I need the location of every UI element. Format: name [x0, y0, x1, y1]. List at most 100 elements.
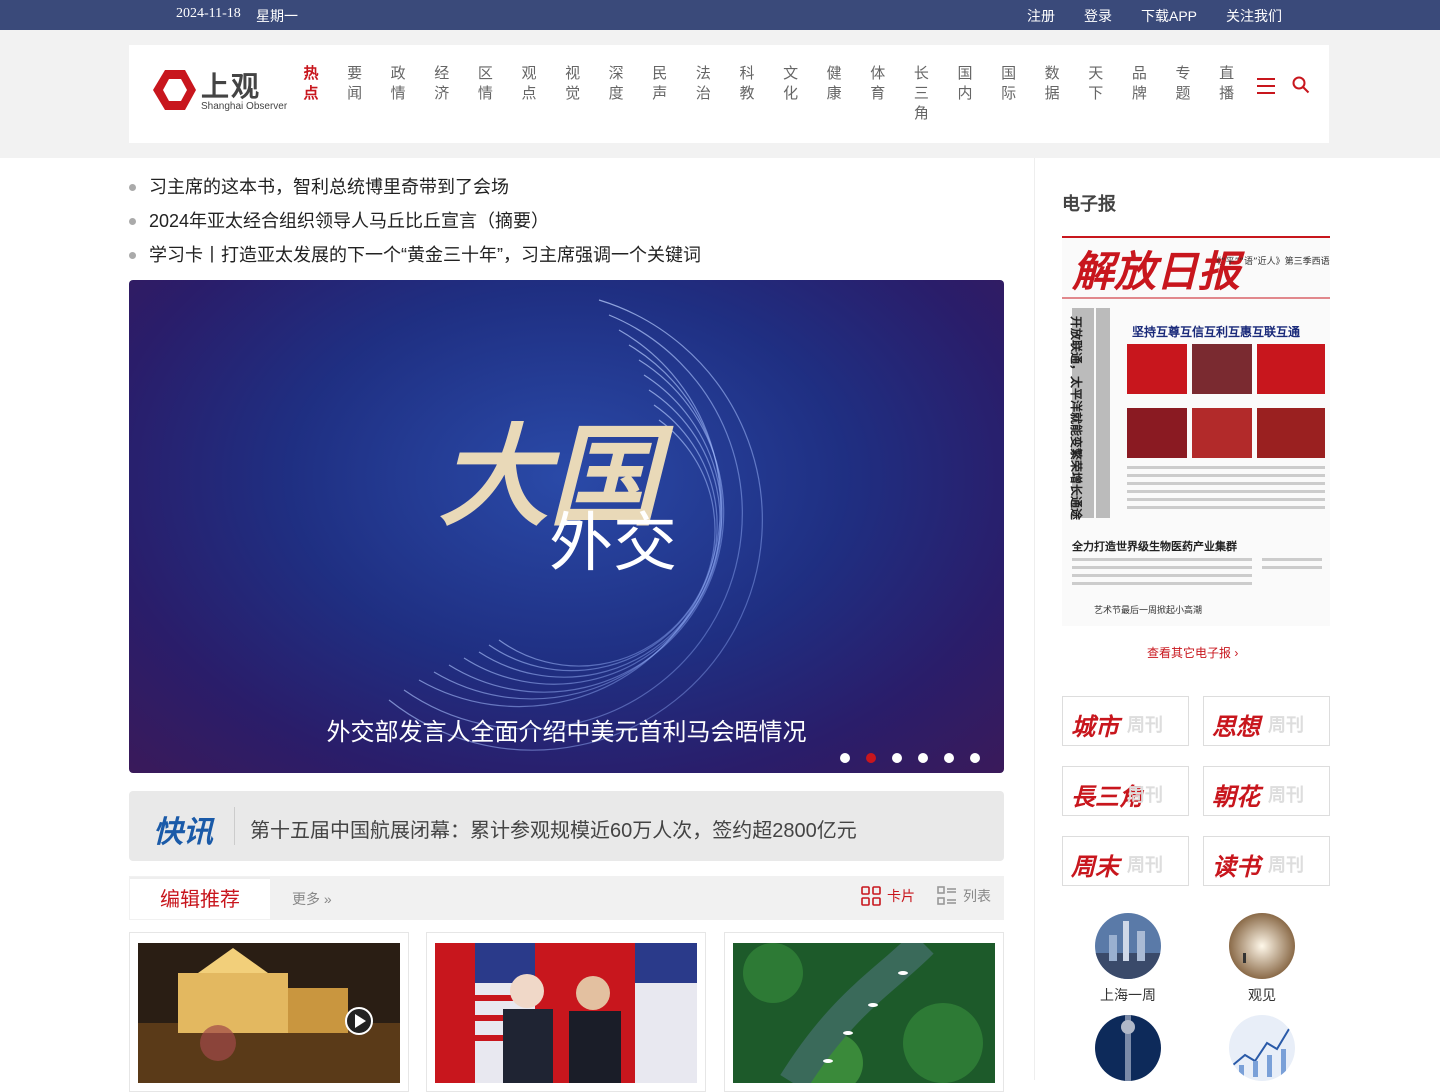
- chevron-right-icon: ›: [1234, 646, 1239, 660]
- nav-item-livelihood[interactable]: 民声: [650, 64, 670, 104]
- top-bar: 2024-11-18 星期一 注册 登录 下载APP 关注我们: [0, 0, 1440, 30]
- grid-icon: [861, 886, 881, 906]
- carousel-dot[interactable]: [840, 753, 850, 763]
- carousel-artwork: 大国 外交: [388, 299, 763, 751]
- header-wrap: 上观 Shanghai Observer 热点要闻政情经济区情观点视觉深度民声法…: [0, 30, 1440, 158]
- logo-subtext: Shanghai Observer: [201, 101, 288, 112]
- hero-carousel[interactable]: 大国 外交 外交部发言人全面介绍中美元首利马会晤情况: [129, 280, 1004, 773]
- nav-item-law[interactable]: 法治: [693, 64, 713, 104]
- register-link[interactable]: 注册: [1027, 6, 1055, 26]
- headline-list: 习主席的这本书，智利总统博里奇带到了会场 2024年亚太经合组织领导人马丘比丘宣…: [129, 174, 1004, 276]
- header: 上观 Shanghai Observer 热点要闻政情经济区情观点视觉深度民声法…: [129, 45, 1329, 143]
- epaper-title: 电子报: [1062, 194, 1116, 214]
- search-icon[interactable]: [1292, 76, 1310, 94]
- more-link[interactable]: 更多 »: [292, 889, 332, 909]
- headline-item[interactable]: 学习卡丨打造亚太发展的下一个“黄金三十年”，习主席强调一个关键词: [129, 242, 1004, 276]
- nav-item-opinion[interactable]: 观点: [519, 64, 539, 104]
- editor-picks-tab[interactable]: 编辑推荐: [130, 877, 270, 919]
- weekly-reading[interactable]: 读书 周刊: [1203, 836, 1330, 886]
- card-view-toggle[interactable]: 卡片: [861, 886, 915, 906]
- follow-us-link[interactable]: 关注我们: [1226, 6, 1282, 26]
- weekday-text: 星期一: [256, 8, 298, 24]
- weekly-name: 思想: [1212, 715, 1260, 741]
- weekly-suffix: 周刊: [1127, 715, 1163, 735]
- channel-finance[interactable]: [1229, 1015, 1295, 1081]
- weekly-suffix: 周刊: [1268, 855, 1304, 875]
- paper-lead-headline: 开放联通，太平洋就能变繁荣增长通途: [1069, 316, 1084, 521]
- nav-item-headlines[interactable]: 要闻: [345, 64, 365, 104]
- channel-guanjian[interactable]: 观见: [1229, 913, 1295, 1005]
- editor-picks-bar: 编辑推荐 更多 » 卡片 列表: [129, 876, 1004, 920]
- channel-image: [1229, 913, 1295, 979]
- carousel-dot[interactable]: [944, 753, 954, 763]
- login-link[interactable]: 登录: [1084, 6, 1112, 26]
- date-text: 2024-11-18: [176, 6, 241, 21]
- other-epaper-link[interactable]: 查看其它电子报 ›: [1147, 644, 1238, 661]
- nav-item-data[interactable]: 数据: [1042, 64, 1062, 104]
- nav-item-sports[interactable]: 体育: [868, 64, 888, 104]
- list-view-toggle[interactable]: 列表: [937, 886, 991, 906]
- top-links: 注册 登录 下载APP 关注我们: [1027, 6, 1282, 26]
- channel-label: 观见: [1248, 987, 1276, 1003]
- menu-icon[interactable]: [1257, 78, 1275, 94]
- double-chevron-right-icon: »: [323, 891, 332, 907]
- flash-text[interactable]: 第十五届中国航展闭幕：累计参观规模近60万人次，签约超2800亿元: [250, 814, 857, 843]
- list-view-label: 列表: [963, 888, 991, 904]
- weekly-yangtze[interactable]: 長三角 周刊: [1062, 766, 1189, 816]
- channel-image: [1095, 1015, 1161, 1081]
- weekly-name: 周末: [1071, 855, 1119, 881]
- nav-item-hot[interactable]: 热点: [301, 64, 321, 104]
- weekly-suffix: 周刊: [1268, 715, 1304, 735]
- nav-item-live[interactable]: 直播: [1217, 64, 1237, 104]
- logo-mark-icon: [153, 70, 196, 110]
- nav-item-yangtze-delta[interactable]: 长三角: [911, 64, 931, 124]
- nav-item-world[interactable]: 天下: [1086, 64, 1106, 104]
- nav-item-science[interactable]: 科教: [737, 64, 757, 104]
- carousel-caption[interactable]: 外交部发言人全面介绍中美元首利马会晤情况: [129, 712, 1004, 747]
- other-epaper-label: 查看其它电子报: [1147, 646, 1232, 660]
- paper-top-headline: 《“平”“语”近人》第三季西语版启播: [1212, 255, 1330, 267]
- weekly-weekend[interactable]: 周末 周刊: [1062, 836, 1189, 886]
- nav-item-culture[interactable]: 文化: [781, 64, 801, 104]
- logo-text: 上观: [201, 72, 262, 103]
- paper-sub-headline: 全力打造世界级生物医药产业集群: [1071, 539, 1237, 553]
- card-image: [138, 943, 400, 1083]
- card-image: [435, 943, 697, 1083]
- channel-label: 上海一周: [1100, 987, 1156, 1003]
- carousel-dot[interactable]: [892, 753, 902, 763]
- site-logo[interactable]: 上观 Shanghai Observer: [151, 65, 287, 115]
- weekly-city[interactable]: 城市 周刊: [1062, 696, 1189, 746]
- weekly-thought[interactable]: 思想 周刊: [1203, 696, 1330, 746]
- paper-masthead: 解放日报: [1071, 247, 1245, 296]
- headline-item[interactable]: 习主席的这本书，智利总统博里奇带到了会场: [129, 174, 1004, 208]
- weekly-name: 朝花: [1212, 785, 1260, 811]
- card-view-label: 卡片: [887, 888, 915, 904]
- recommend-card[interactable]: [129, 932, 409, 1092]
- download-app-link[interactable]: 下载APP: [1141, 6, 1197, 26]
- nav-item-economy[interactable]: 经济: [432, 64, 452, 104]
- nav-item-topics[interactable]: 专题: [1173, 64, 1193, 104]
- nav-item-politics[interactable]: 政情: [388, 64, 408, 104]
- recommend-card[interactable]: [426, 932, 706, 1092]
- channel-mic[interactable]: [1095, 1015, 1161, 1081]
- weekly-suffix: 周刊: [1127, 785, 1163, 805]
- flash-label: 快讯: [153, 816, 213, 849]
- channel-image: [1095, 913, 1161, 979]
- divider: [234, 807, 235, 845]
- carousel-dot[interactable]: [918, 753, 928, 763]
- carousel-dot[interactable]: [970, 753, 980, 763]
- nav-item-international[interactable]: 国际: [999, 64, 1019, 104]
- nav-item-brand[interactable]: 品牌: [1129, 64, 1149, 104]
- nav-item-visual[interactable]: 视觉: [563, 64, 583, 104]
- recommend-card[interactable]: [724, 932, 1004, 1092]
- nav-item-depth[interactable]: 深度: [606, 64, 626, 104]
- nav-item-health[interactable]: 健康: [824, 64, 844, 104]
- nav-item-district[interactable]: 区情: [475, 64, 495, 104]
- nav-item-domestic[interactable]: 国内: [955, 64, 975, 104]
- weekly-name: 读书: [1212, 855, 1260, 881]
- headline-item[interactable]: 2024年亚太经合组织领导人马丘比丘宣言（摘要）: [129, 208, 1004, 242]
- weekly-zhaohua[interactable]: 朝花 周刊: [1203, 766, 1330, 816]
- carousel-dot[interactable]: [866, 753, 876, 763]
- channel-shanghai-week[interactable]: 上海一周: [1095, 913, 1161, 1005]
- epaper-thumbnail[interactable]: 解放日报 《“平”“语”近人》第三季西语版启播 开放联通，太平洋就能变繁荣增长通…: [1062, 236, 1330, 626]
